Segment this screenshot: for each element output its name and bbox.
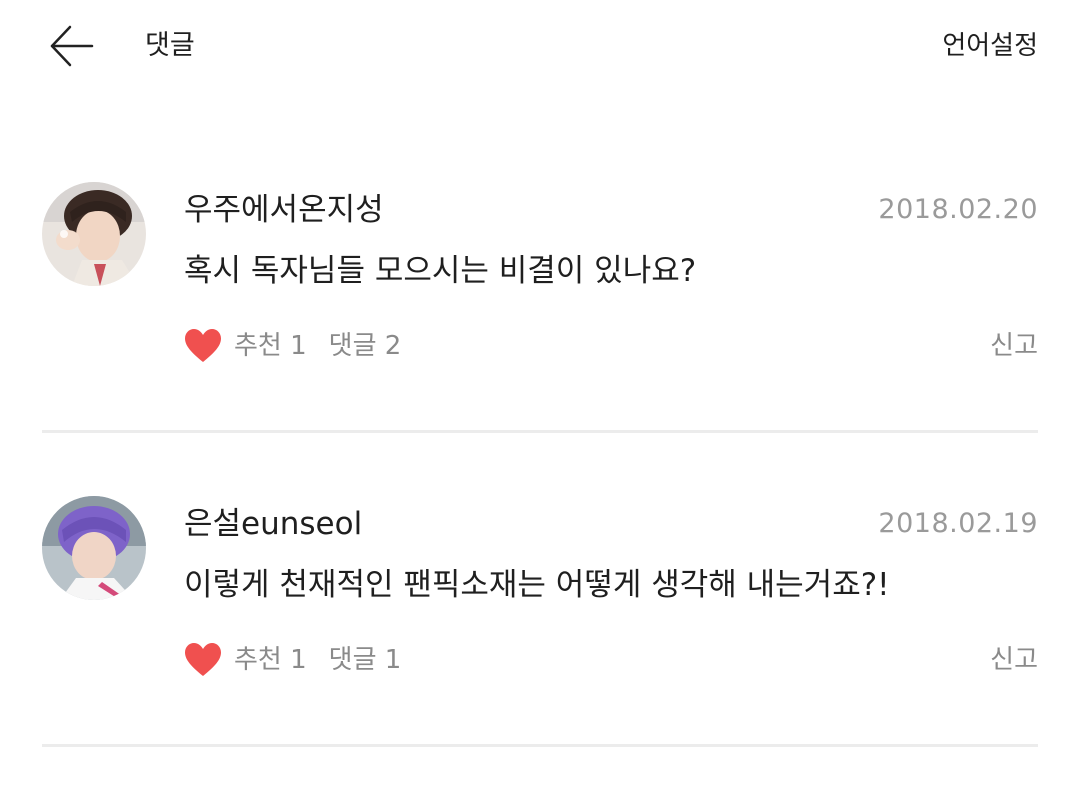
like-button[interactable] <box>184 328 222 364</box>
arrow-left-icon <box>50 25 94 67</box>
report-button[interactable]: 신고 <box>990 640 1038 680</box>
divider <box>42 430 1038 433</box>
comment-item: 은설eunseol 2018.02.19 이렇게 천재적인 팬픽소재는 어떻게 … <box>42 494 1038 747</box>
comment-author[interactable]: 우주에서온지성 <box>184 190 384 230</box>
comment-item: 우주에서온지성 2018.02.20 혹시 독자님들 모으시는 비결이 있나요?… <box>42 180 1038 433</box>
like-count[interactable]: 추천 1 <box>234 326 307 366</box>
report-button[interactable]: 신고 <box>990 326 1038 366</box>
avatar[interactable] <box>42 496 146 600</box>
reply-count[interactable]: 댓글 2 <box>329 326 402 366</box>
heart-icon <box>185 329 221 362</box>
reply-count[interactable]: 댓글 1 <box>329 640 402 680</box>
comment-text: 혹시 독자님들 모으시는 비결이 있나요? <box>184 253 697 289</box>
divider <box>42 744 1038 747</box>
avatar[interactable] <box>42 182 146 286</box>
heart-icon <box>185 643 221 676</box>
comment-text: 이렇게 천재적인 팬픽소재는 어떻게 생각해 내는거죠?! <box>184 567 890 603</box>
language-setting-button[interactable]: 언어설정 <box>942 28 1038 64</box>
like-count[interactable]: 추천 1 <box>234 640 307 680</box>
comment-date: 2018.02.20 <box>878 194 1038 225</box>
back-button[interactable] <box>44 20 100 72</box>
comments-page: 댓글 언어설정 우주에서온지성 2018.02.20 혹시 독자님들 모으시는 … <box>0 0 1080 810</box>
comment-actions: 추천 1 댓글 2 <box>184 326 401 366</box>
header-bar: 댓글 언어설정 <box>0 0 1080 92</box>
comment-date: 2018.02.19 <box>878 508 1038 539</box>
comment-author[interactable]: 은설eunseol <box>184 504 362 544</box>
page-title: 댓글 <box>145 30 195 61</box>
comment-actions: 추천 1 댓글 1 <box>184 640 401 680</box>
like-button[interactable] <box>184 642 222 678</box>
